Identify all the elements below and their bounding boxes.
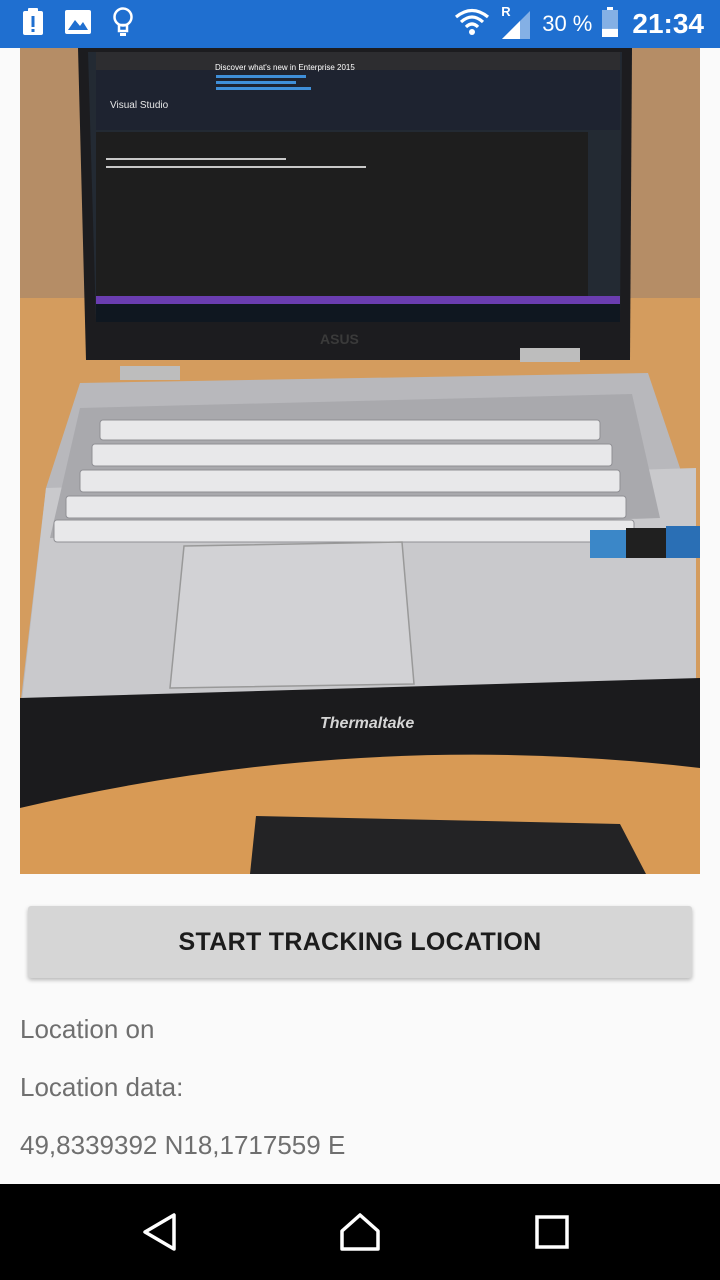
status-bar-system: R 30 % 21:34 bbox=[454, 4, 704, 42]
status-bar-notifications bbox=[22, 6, 134, 43]
location-value-text: 49,8339392 N18,1717559 E bbox=[20, 1130, 346, 1160]
location-status-text: Location on bbox=[20, 1014, 155, 1044]
home-button[interactable] bbox=[330, 1208, 390, 1256]
back-button[interactable] bbox=[130, 1208, 190, 1256]
clock: 21:34 bbox=[632, 8, 704, 39]
screen-headline: Discover what's new in Enterprise 2015 bbox=[215, 63, 355, 72]
start-tracking-location-button[interactable]: START TRACKING LOCATION bbox=[28, 906, 692, 978]
navigation-bar bbox=[0, 1184, 720, 1280]
alert-icon bbox=[22, 7, 44, 41]
network-roaming-label: R bbox=[501, 4, 511, 19]
wifi-icon bbox=[454, 7, 490, 42]
laptop-photo: Visual Studio Discover what's new in Ent… bbox=[20, 48, 700, 874]
screen-app-title: Visual Studio bbox=[110, 100, 169, 111]
laptop-brand-logo: ASUS bbox=[320, 331, 359, 347]
recents-button[interactable] bbox=[522, 1208, 582, 1256]
cell-signal-icon: R bbox=[500, 4, 532, 41]
recents-icon bbox=[535, 1215, 569, 1249]
status-bar: R 30 % 21:34 bbox=[0, 0, 720, 48]
lightbulb-icon bbox=[112, 6, 134, 43]
laptop-photo-illustration: Visual Studio Discover what's new in Ent… bbox=[20, 48, 700, 874]
home-icon bbox=[340, 1213, 380, 1251]
battery-percent: 30 % bbox=[542, 11, 593, 36]
battery-icon bbox=[602, 6, 619, 42]
location-data-label: Location data: bbox=[20, 1072, 184, 1102]
image-icon bbox=[64, 9, 92, 40]
stand-brand-logo: Thermaltake bbox=[320, 715, 414, 732]
back-icon bbox=[143, 1213, 176, 1251]
